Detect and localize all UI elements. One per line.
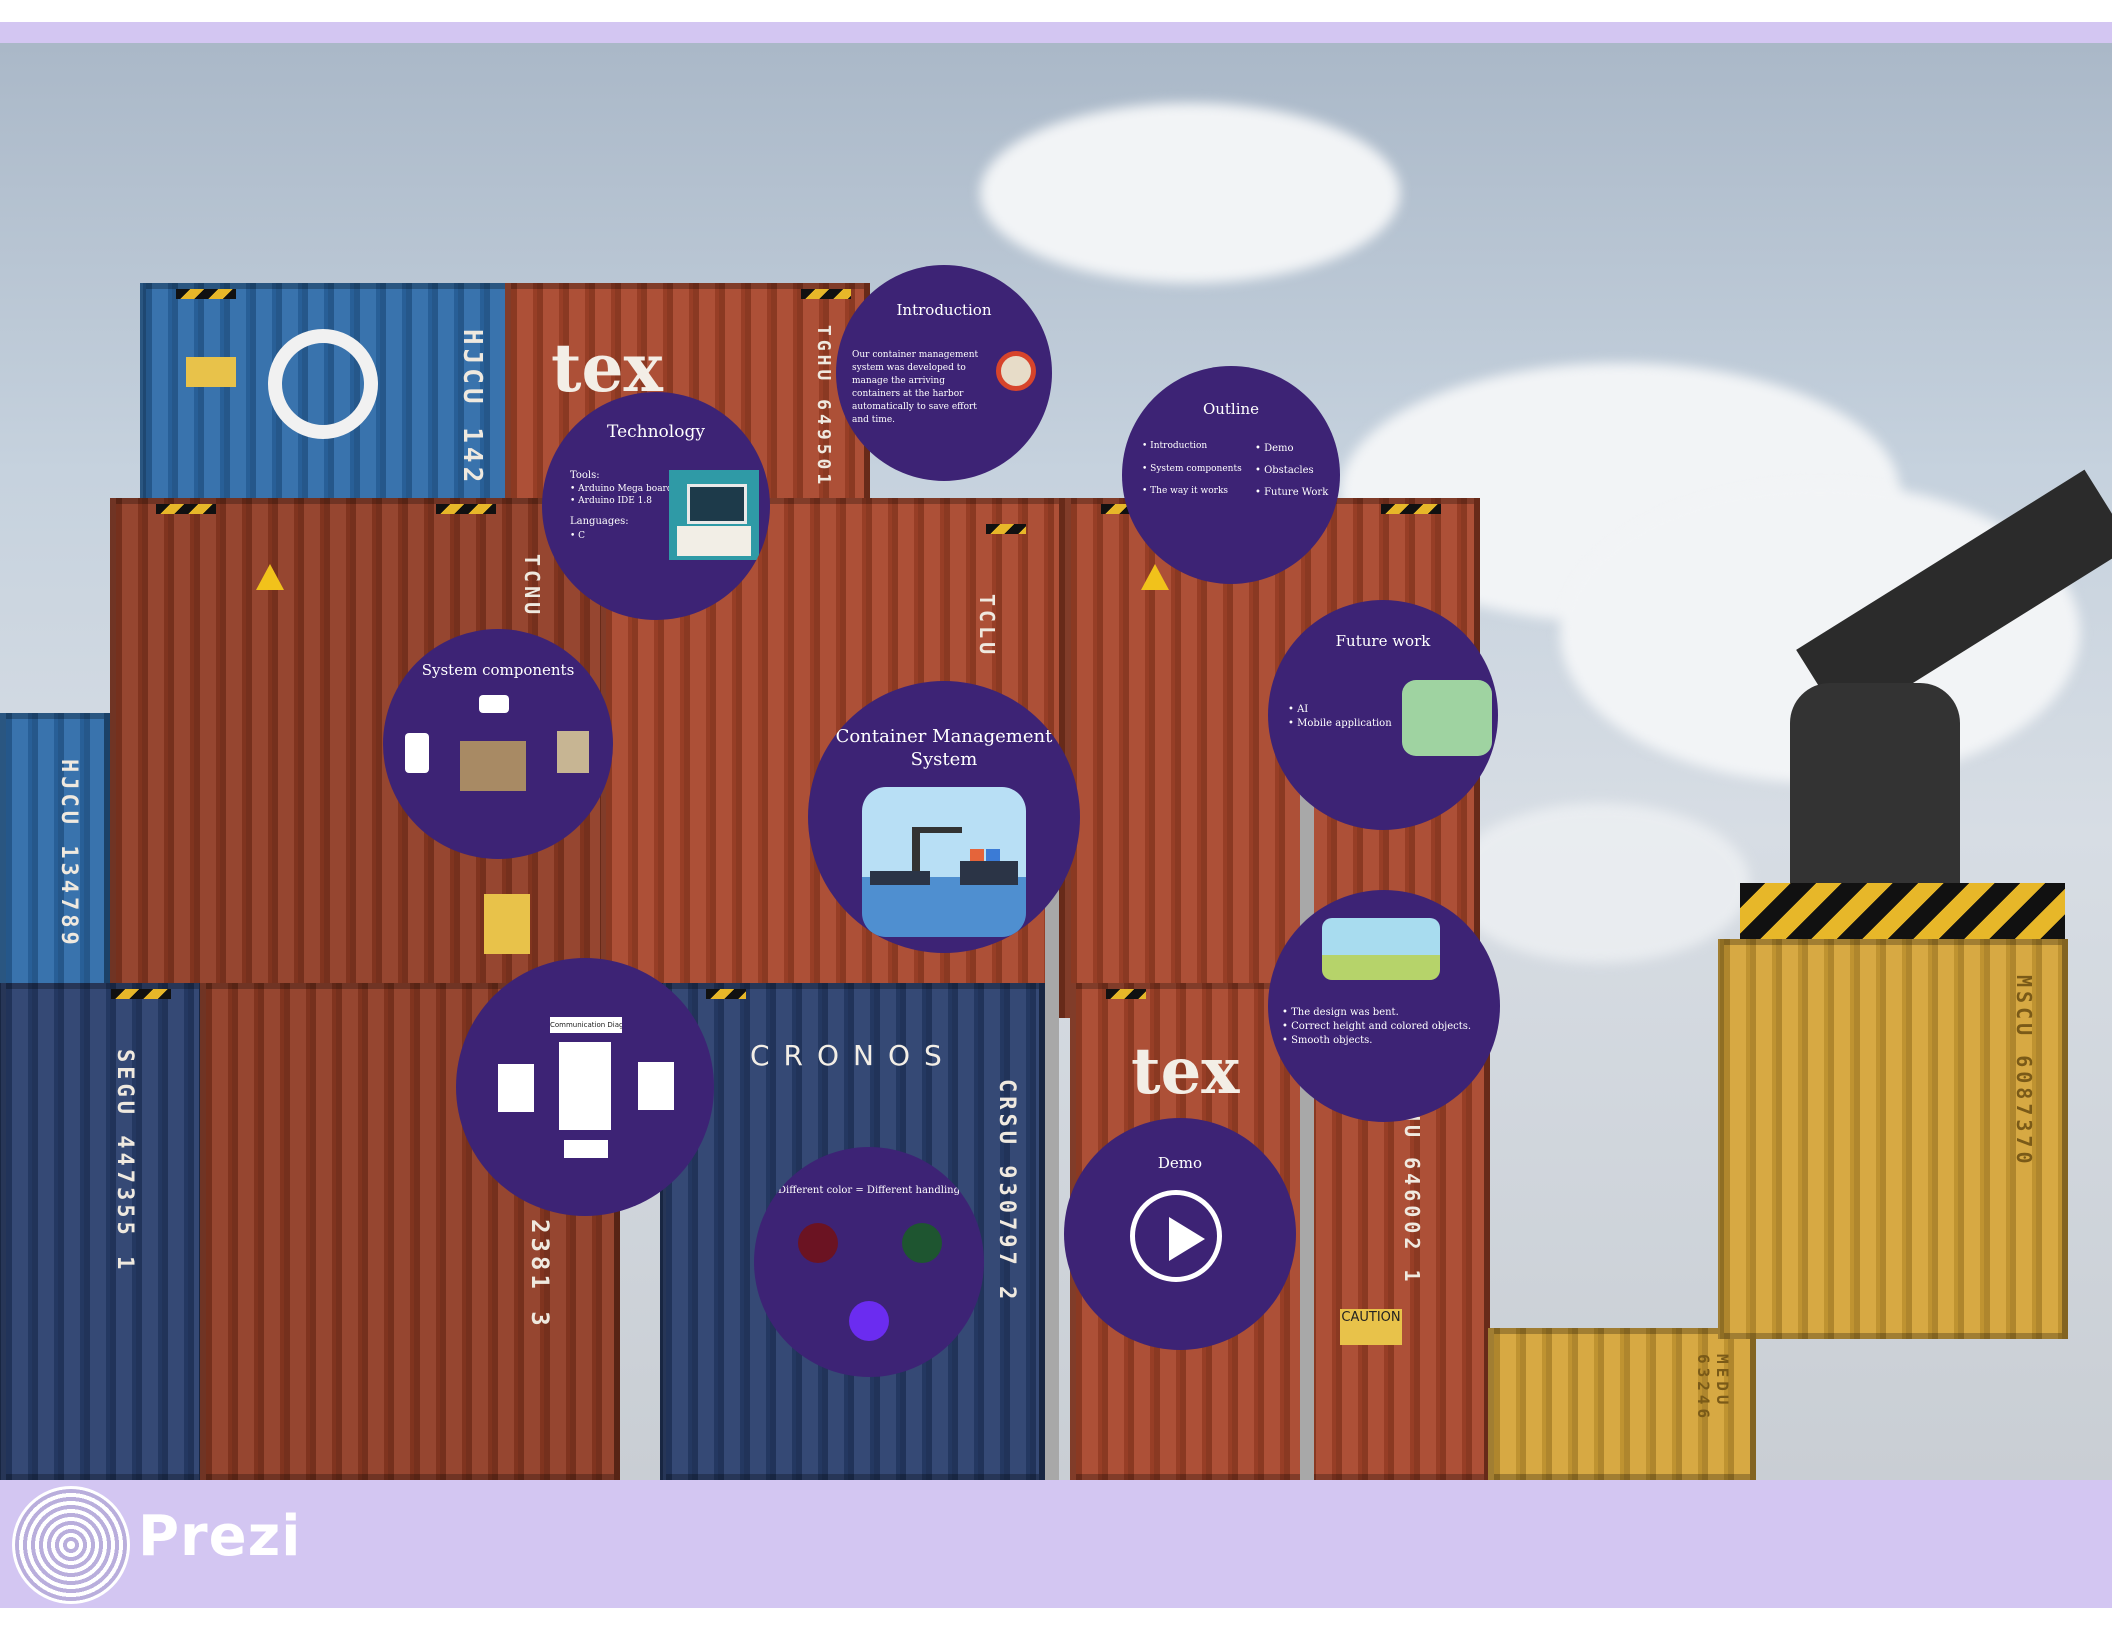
tool-item: • Arduino IDE 1.8 xyxy=(570,496,652,506)
future-item: • AI xyxy=(1288,704,1309,715)
diagram-title: Communication Diagram xyxy=(550,1017,622,1033)
harbor-illustration xyxy=(862,787,1026,937)
outline-item: • The way it works xyxy=(1142,486,1229,496)
outline-item: • Future Work xyxy=(1255,487,1329,498)
container-navy-bottom-left: SEGU 447355 1 xyxy=(0,983,205,1480)
marking: TCNU xyxy=(520,554,544,619)
tools-label: Tools: xyxy=(570,470,600,481)
prezi-canvas[interactable]: HJCU 142 tex TGHU 649501 TCNU TCLU HJCU … xyxy=(0,43,2112,1480)
arduino-illustration xyxy=(669,470,759,560)
bottom-bar xyxy=(0,1480,2112,1608)
servo-icon xyxy=(479,695,509,713)
container-yellow-lifted: MSCU 6087370 xyxy=(1718,939,2068,1339)
crane-spreader xyxy=(1740,883,2065,939)
bubble-system-components[interactable]: System components xyxy=(383,629,613,859)
marking: HJCU 134789 xyxy=(56,759,81,949)
marking: tex xyxy=(1131,1034,1240,1109)
arm-photo xyxy=(557,731,589,773)
top-band xyxy=(0,22,2112,43)
container-yellow-low: MEDU 63246 xyxy=(1488,1328,1756,1480)
alarm-clock-icon xyxy=(996,351,1036,391)
bubble-title: Introduction xyxy=(896,301,992,319)
obstacles-illustration xyxy=(1322,918,1440,980)
obstacle-item: • The design was bent. xyxy=(1282,1007,1399,1018)
diagram-box xyxy=(498,1064,534,1112)
future-item: • Mobile application xyxy=(1288,718,1392,729)
warning-sign xyxy=(256,564,284,590)
marking: TCLU xyxy=(975,594,999,659)
bubble-title: Different color = Different handling xyxy=(778,1185,960,1196)
languages-label: Languages: xyxy=(570,516,629,527)
cloud xyxy=(1450,803,1750,963)
prezi-logo-text[interactable]: Prezi xyxy=(138,1504,301,1569)
marking xyxy=(484,894,530,954)
bubble-technology[interactable]: Technology Tools: • Arduino Mega board •… xyxy=(542,392,770,620)
obstacle-item: • Smooth objects. xyxy=(1282,1035,1373,1046)
pole xyxy=(1300,773,1314,1480)
bubble-obstacles[interactable]: • The design was bent. • Correct height … xyxy=(1268,890,1500,1122)
outline-item: • System components xyxy=(1142,464,1242,474)
bubble-color-handling[interactable]: Different color = Different handling xyxy=(754,1147,984,1377)
marking: HJCU 142 xyxy=(457,329,487,487)
bubble-title: Future work xyxy=(1335,632,1431,650)
marking: CRSU 930797 2 xyxy=(994,1079,1019,1304)
bubble-introduction[interactable]: Introduction Our container management sy… xyxy=(836,265,1052,481)
bubble-demo[interactable]: Demo xyxy=(1064,1118,1296,1350)
marking: 2381 3 xyxy=(526,1219,554,1330)
container-blue-left: HJCU 134789 xyxy=(0,713,110,1013)
outline-item: • Obstacles xyxy=(1255,465,1314,476)
purple-dot xyxy=(849,1301,889,1341)
green-dot xyxy=(902,1223,942,1263)
diagram-box xyxy=(564,1140,608,1158)
sensor-icon xyxy=(405,733,429,773)
obstacle-item: • Correct height and colored objects. xyxy=(1282,1021,1472,1032)
bubble-title: Demo xyxy=(1157,1154,1203,1172)
bubble-title: Technology xyxy=(607,422,705,442)
marking: TGHU 649501 xyxy=(813,325,834,489)
marking: CRONOS xyxy=(750,1039,956,1072)
bubble-outline[interactable]: Outline • Introduction • System componen… xyxy=(1122,366,1340,584)
bubble-diagram[interactable]: Communication Diagram xyxy=(456,958,714,1216)
marking: SEGU 447355 1 xyxy=(112,1049,137,1274)
play-icon[interactable] xyxy=(1130,1190,1222,1282)
bubble-title: Outline xyxy=(1202,400,1260,418)
diagram-box xyxy=(559,1042,611,1130)
pole xyxy=(1045,883,1059,1480)
language-item: • C xyxy=(570,531,586,541)
outline-item: • Introduction xyxy=(1142,441,1208,451)
intro-text: Our container management system was deve… xyxy=(852,350,979,425)
boat-illustration xyxy=(1402,680,1492,756)
red-dot xyxy=(798,1223,838,1263)
marking: HU 646002 1 xyxy=(1400,1109,1424,1286)
marking: MEDU 63246 xyxy=(1694,1354,1732,1423)
marking: CAUTION xyxy=(1340,1309,1402,1345)
bubble-title: System components xyxy=(421,661,575,679)
diagram-box xyxy=(638,1062,674,1110)
main-title: Container Management System xyxy=(835,726,1053,770)
prezi-logo-icon[interactable] xyxy=(12,1486,130,1604)
warning-sign xyxy=(1141,564,1169,590)
marking xyxy=(186,357,236,387)
bubble-main[interactable]: Container Management System xyxy=(808,681,1080,953)
board-photo xyxy=(460,741,526,791)
bubble-future-work[interactable]: Future work • AI • Mobile application xyxy=(1268,600,1498,830)
outline-item: • Demo xyxy=(1255,443,1294,454)
cloud xyxy=(980,103,1400,283)
marking: MSCU 6087370 xyxy=(2012,975,2036,1168)
